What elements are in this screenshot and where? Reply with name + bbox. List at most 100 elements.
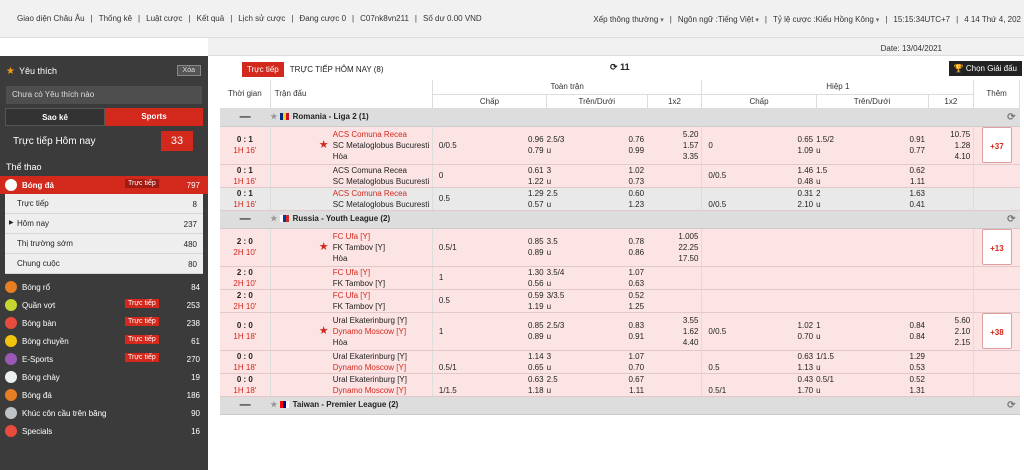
tab-sports[interactable]: Sports — [105, 108, 203, 126]
h1-1x2[interactable]: 10.75 1.28 4.10 — [928, 126, 975, 165]
star-icon[interactable]: ★ — [319, 139, 329, 151]
odds-value[interactable]: 0.48 — [761, 176, 814, 187]
h1-ou-odds[interactable]: 0.62 1.11 — [870, 164, 929, 188]
odds-value[interactable]: 1.30 — [489, 267, 544, 278]
tab-statement[interactable]: Sao kê — [5, 108, 105, 126]
more-markets[interactable]: +37 — [973, 126, 1020, 165]
more-button[interactable]: +13 — [981, 229, 1012, 265]
odds-value[interactable]: 1.29 — [489, 188, 544, 199]
sport-item[interactable]: E-Sports Trực tiếp 270 — [0, 350, 208, 368]
ft-1x2[interactable]: 1.005 22.25 17.50 — [647, 228, 703, 267]
odds-value[interactable]: 0.70 — [592, 362, 644, 373]
odds-value[interactable]: 1.29 — [871, 351, 925, 362]
live-today[interactable]: Trực tiếp Hôm nay 33 — [5, 126, 203, 156]
ft-1x2[interactable] — [647, 373, 703, 397]
odds-value[interactable]: 0.59 — [489, 290, 544, 301]
top-link[interactable]: Giao diện Châu Âu — [14, 14, 88, 23]
odds-value[interactable]: 0.78 — [592, 236, 644, 247]
odds-value[interactable]: 1.11 — [592, 385, 644, 396]
h1-ou-odds[interactable]: 0.52 1.31 — [870, 373, 929, 397]
h1-ou-odds[interactable] — [870, 266, 929, 290]
odds-value[interactable]: 1.28 — [928, 140, 971, 151]
odds-value[interactable]: 0.43 — [761, 374, 814, 385]
odds-value[interactable]: 1.46 — [761, 165, 814, 176]
odds-value[interactable]: 0.31 — [761, 188, 814, 199]
top-link[interactable]: Kết quả — [194, 14, 228, 23]
more-markets[interactable] — [973, 164, 1020, 188]
star-icon[interactable]: ★ — [319, 241, 329, 253]
ft-ou-odds[interactable]: 0.67 1.11 — [592, 373, 648, 397]
top-link[interactable]: Luật cược — [143, 14, 185, 23]
more-markets[interactable] — [973, 266, 1020, 290]
odds-value[interactable]: 1.13 — [761, 362, 814, 373]
h1-1x2[interactable] — [928, 289, 975, 313]
odds-value[interactable]: 1.09 — [761, 145, 814, 156]
odds-value[interactable]: 1.07 — [592, 267, 644, 278]
sport-item[interactable]: Bóng đá 186 — [0, 386, 208, 404]
odds-value[interactable]: 3.35 — [647, 151, 699, 162]
odds-value[interactable]: 0.67 — [592, 374, 644, 385]
more-button[interactable]: +38 — [981, 313, 1012, 349]
odds-value[interactable]: 0.96 — [489, 134, 544, 145]
odds-value[interactable]: 1.63 — [871, 188, 925, 199]
sport-item[interactable]: Khúc côn cầu trên băng 90 — [0, 404, 208, 422]
ft-handicap-odds[interactable]: 0.85 0.89 — [489, 312, 547, 351]
odds-value[interactable]: 0.84 — [871, 320, 925, 331]
h1-ou-odds[interactable] — [870, 289, 929, 313]
sport-item[interactable]: Quần vợt Trực tiếp 253 — [0, 296, 208, 314]
submenu-item[interactable]: Trực tiếp 8 — [5, 194, 203, 214]
odds-value[interactable]: 1.14 — [489, 351, 544, 362]
more-markets[interactable]: +38 — [973, 312, 1020, 351]
h1-1x2[interactable]: 5.60 2.10 2.15 — [928, 312, 975, 351]
odds-value[interactable]: 0.52 — [871, 374, 925, 385]
odds-value[interactable]: 1.70 — [761, 385, 814, 396]
h1-ou-odds[interactable]: 1.29 0.53 — [870, 350, 929, 374]
sport-item[interactable]: Bóng rổ 84 — [0, 278, 208, 296]
odds-value[interactable]: 1.23 — [592, 199, 644, 210]
sport-item[interactable]: Bóng bàn Trực tiếp 238 — [0, 314, 208, 332]
submenu-item[interactable]: ▶ Hôm nay 237 — [5, 214, 203, 234]
ft-handicap-odds[interactable]: 0.85 0.89 — [489, 228, 547, 267]
odds-value[interactable]: 0.63 — [592, 278, 644, 289]
league-row[interactable]: — ★ Romania - Liga 2 (1) ⟳ — [220, 108, 1020, 127]
sort-select[interactable]: Xếp thông thường — [590, 15, 666, 24]
odds-value[interactable]: 1.22 — [489, 176, 544, 187]
ft-ou-odds[interactable]: 0.78 0.86 — [592, 228, 648, 267]
odds-value[interactable]: 1.25 — [592, 301, 644, 312]
odds-value[interactable]: 0.73 — [592, 176, 644, 187]
odds-value[interactable]: 1.62 — [647, 326, 699, 337]
sport-item[interactable]: Bóng chày 19 — [0, 368, 208, 386]
submenu-item[interactable]: Thị trường sớm 480 — [5, 234, 203, 254]
collapse-toggle[interactable]: — — [220, 108, 271, 127]
ft-handicap-odds[interactable]: 1.30 0.56 — [489, 266, 547, 290]
ft-1x2[interactable] — [647, 187, 703, 211]
h1-1x2[interactable] — [928, 350, 975, 374]
ft-1x2[interactable]: 5.20 1.57 3.35 — [647, 126, 703, 165]
odds-value[interactable]: 1.11 — [871, 176, 925, 187]
odds-value[interactable]: 0.85 — [489, 320, 544, 331]
odds-value[interactable]: 0.89 — [489, 247, 544, 258]
odds-value[interactable]: 0.99 — [592, 145, 644, 156]
odds-value[interactable]: 1.02 — [592, 165, 644, 176]
refresh-button[interactable]: ⟳ 11 — [610, 62, 630, 73]
odds-value[interactable]: 1.02 — [761, 320, 814, 331]
h1-1x2[interactable] — [928, 164, 975, 188]
league-row[interactable]: — ★ Russia - Youth League (2) ⟳ — [220, 210, 1020, 229]
h1-handicap-odds[interactable] — [761, 289, 817, 313]
odds-value[interactable]: 0.77 — [871, 145, 925, 156]
odds-value[interactable]: 0.53 — [871, 362, 925, 373]
sport-item[interactable]: Specials 16 — [0, 422, 208, 440]
odds-value[interactable]: 0.60 — [592, 188, 644, 199]
more-markets[interactable] — [973, 187, 1020, 211]
ft-ou-odds[interactable]: 0.52 1.25 — [592, 289, 648, 313]
refresh-icon[interactable]: ⟳ — [1007, 112, 1015, 123]
top-link[interactable]: Lịch sử cược — [235, 14, 288, 23]
odds-value[interactable]: 0.70 — [761, 331, 814, 342]
odds-value[interactable]: 17.50 — [647, 253, 698, 264]
odds-value[interactable]: 0.56 — [489, 278, 544, 289]
ft-1x2[interactable] — [647, 266, 703, 290]
odds-value[interactable]: 0.63 — [489, 374, 544, 385]
ft-ou-odds[interactable]: 0.76 0.99 — [592, 126, 648, 165]
odds-value[interactable]: 5.20 — [647, 129, 699, 140]
collapse-toggle[interactable]: — — [220, 396, 271, 415]
